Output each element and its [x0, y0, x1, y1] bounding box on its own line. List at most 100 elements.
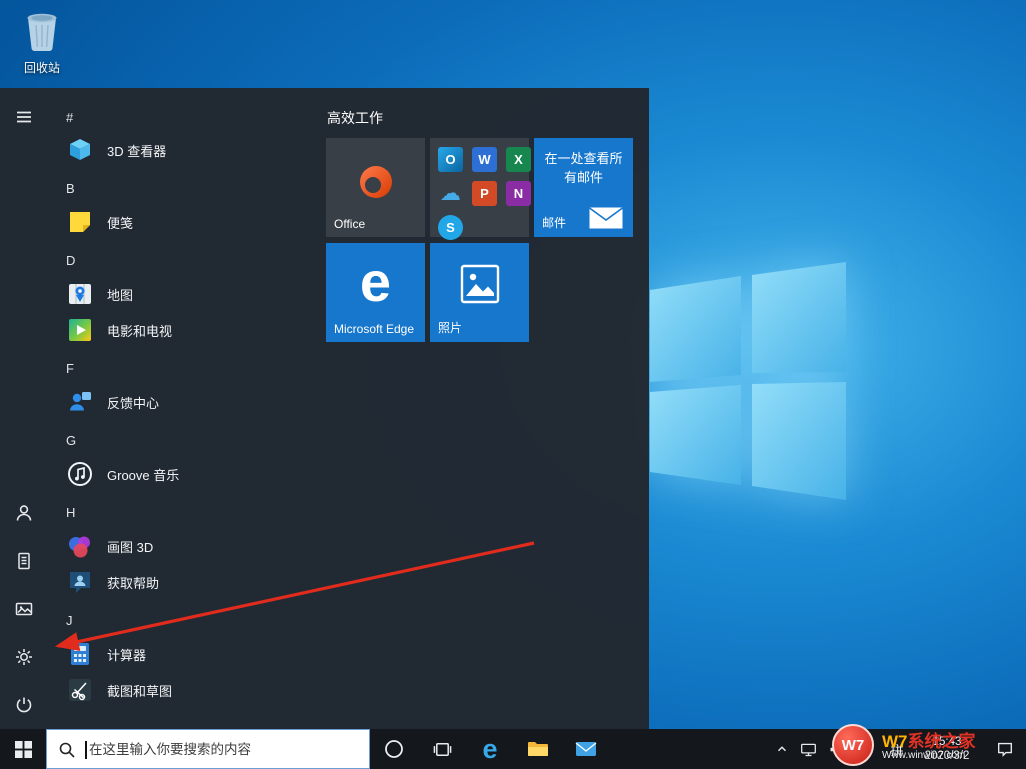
system-tray: 拼 15:43 2020/3/2 [770, 729, 1026, 769]
gear-icon [16, 649, 32, 665]
folder-icon [528, 742, 548, 756]
edge-logo-icon: e [359, 250, 392, 313]
section-header[interactable]: D [66, 253, 75, 268]
action-center-button[interactable] [984, 729, 1026, 769]
powerpoint-icon: P [472, 181, 497, 206]
office-apps-grid: O W X ☁ P N S [438, 147, 531, 240]
app-label: Groove 音乐 [107, 467, 180, 483]
document-icon [18, 552, 30, 570]
task-view-icon [433, 742, 451, 756]
app-item-calculator[interactable]: 计算器 [54, 637, 326, 671]
action-center-icon [998, 742, 1012, 757]
app-item-maps[interactable]: 地图 [54, 277, 326, 311]
app-item-groove-music[interactable]: Groove 音乐 [54, 457, 326, 491]
app-item-snip-sketch[interactable]: 截图和草图 [54, 673, 326, 707]
recycle-bin-icon[interactable]: 回收站 [12, 10, 72, 76]
app-item-sticky-notes[interactable]: 便笺 [54, 205, 326, 239]
network-tray-button[interactable] [794, 729, 822, 769]
cortana-icon [385, 740, 403, 758]
taskbar-search-input[interactable] [47, 730, 369, 768]
section-header[interactable]: H [66, 505, 75, 520]
windows-wallpaper-logo [650, 262, 846, 500]
taskbar-search [46, 729, 370, 769]
app-label: 计算器 [107, 647, 147, 663]
speaker-icon [830, 743, 844, 755]
clock-date: 2020/3/2 [924, 750, 970, 762]
feedback-hub-icon [66, 388, 94, 416]
start-menu-rail [0, 88, 48, 729]
app-item-movies-tv[interactable]: 电影和电视 [54, 313, 326, 347]
task-view-button[interactable] [418, 729, 466, 769]
tile-label: 照片 [438, 321, 463, 335]
expand-menu-button[interactable] [0, 97, 48, 137]
section-header[interactable]: G [66, 433, 76, 448]
skype-icon: S [438, 215, 463, 240]
hamburger-icon [17, 111, 31, 123]
tile-label: Office [334, 217, 366, 231]
section-header[interactable]: B [66, 181, 75, 196]
mail-tile-headline: 在一处查看所有邮件 [544, 151, 623, 185]
section-header[interactable]: J [66, 613, 73, 628]
section-header[interactable]: # [66, 110, 73, 125]
show-hidden-icons-button[interactable] [770, 729, 794, 769]
tray-spacer [850, 729, 884, 769]
get-help-icon [66, 568, 94, 596]
app-label: 地图 [107, 287, 134, 303]
app-item-get-help[interactable]: 获取帮助 [54, 565, 326, 599]
office-logo-icon [360, 166, 392, 198]
ime-indicator[interactable]: 拼 [884, 729, 910, 769]
office-apps-folder-tile[interactable]: O W X ☁ P N S [430, 138, 531, 240]
documents-button[interactable] [0, 541, 48, 581]
power-icon [16, 697, 32, 713]
app-label: 3D 查看器 [107, 143, 167, 159]
app-item-3d-viewer[interactable]: 3D 查看器 [54, 133, 326, 167]
edge-taskbar-button[interactable]: e [466, 729, 514, 769]
snip-sketch-icon [66, 676, 94, 704]
start-button[interactable] [0, 729, 46, 769]
recycle-bin-glyph [27, 13, 57, 51]
mail-tile[interactable]: 在一处查看所有邮件 邮件 [534, 138, 633, 237]
app-label: 电影和电视 [107, 323, 173, 339]
taskbar-clock[interactable]: 15:43 2020/3/2 [910, 735, 984, 764]
app-item-paint-3d[interactable]: 画图 3D [54, 529, 326, 563]
outlook-icon: O [438, 147, 463, 172]
calculator-icon [66, 640, 94, 668]
recycle-bin-label: 回收站 [23, 61, 60, 75]
chevron-up-icon [778, 746, 786, 752]
paint-3d-icon [66, 532, 94, 560]
edge-icon: e [482, 733, 498, 764]
section-header[interactable]: F [66, 361, 74, 376]
clock-time: 15:43 [932, 735, 962, 748]
ime-badge: 拼 [890, 742, 904, 758]
file-explorer-button[interactable] [514, 729, 562, 769]
tile-label: 邮件 [542, 216, 567, 230]
onenote-icon: N [506, 181, 531, 206]
sticky-notes-icon [66, 208, 94, 236]
mail-icon [575, 742, 597, 756]
photos-tile[interactable]: 照片 [430, 243, 529, 342]
cortana-button[interactable] [370, 729, 418, 769]
pictures-button[interactable] [0, 589, 48, 629]
app-item-feedback-hub[interactable]: 反馈中心 [54, 385, 326, 419]
office-tile[interactable]: Office [326, 138, 425, 237]
onedrive-icon: ☁ [440, 182, 461, 205]
excel-icon: X [506, 147, 531, 172]
volume-tray-button[interactable] [822, 729, 850, 769]
power-button[interactable] [0, 685, 48, 725]
movies-tv-icon [66, 316, 94, 344]
tile-label: Microsoft Edge [334, 322, 415, 336]
windows-logo-icon [14, 740, 32, 758]
tile-group-title[interactable]: 高效工作 [327, 108, 383, 128]
app-label: 便笺 [107, 215, 134, 231]
user-account-button[interactable] [0, 493, 48, 533]
settings-button[interactable] [0, 637, 48, 677]
mail-taskbar-button[interactable] [562, 729, 610, 769]
groove-music-icon [66, 460, 94, 488]
envelope-icon [589, 207, 623, 229]
edge-tile[interactable]: e Microsoft Edge [326, 243, 425, 342]
app-label: 截图和草图 [107, 683, 173, 699]
pictures-icon [15, 602, 33, 616]
app-label: 反馈中心 [107, 395, 160, 411]
3d-viewer-icon [66, 136, 94, 164]
user-icon [16, 505, 32, 521]
